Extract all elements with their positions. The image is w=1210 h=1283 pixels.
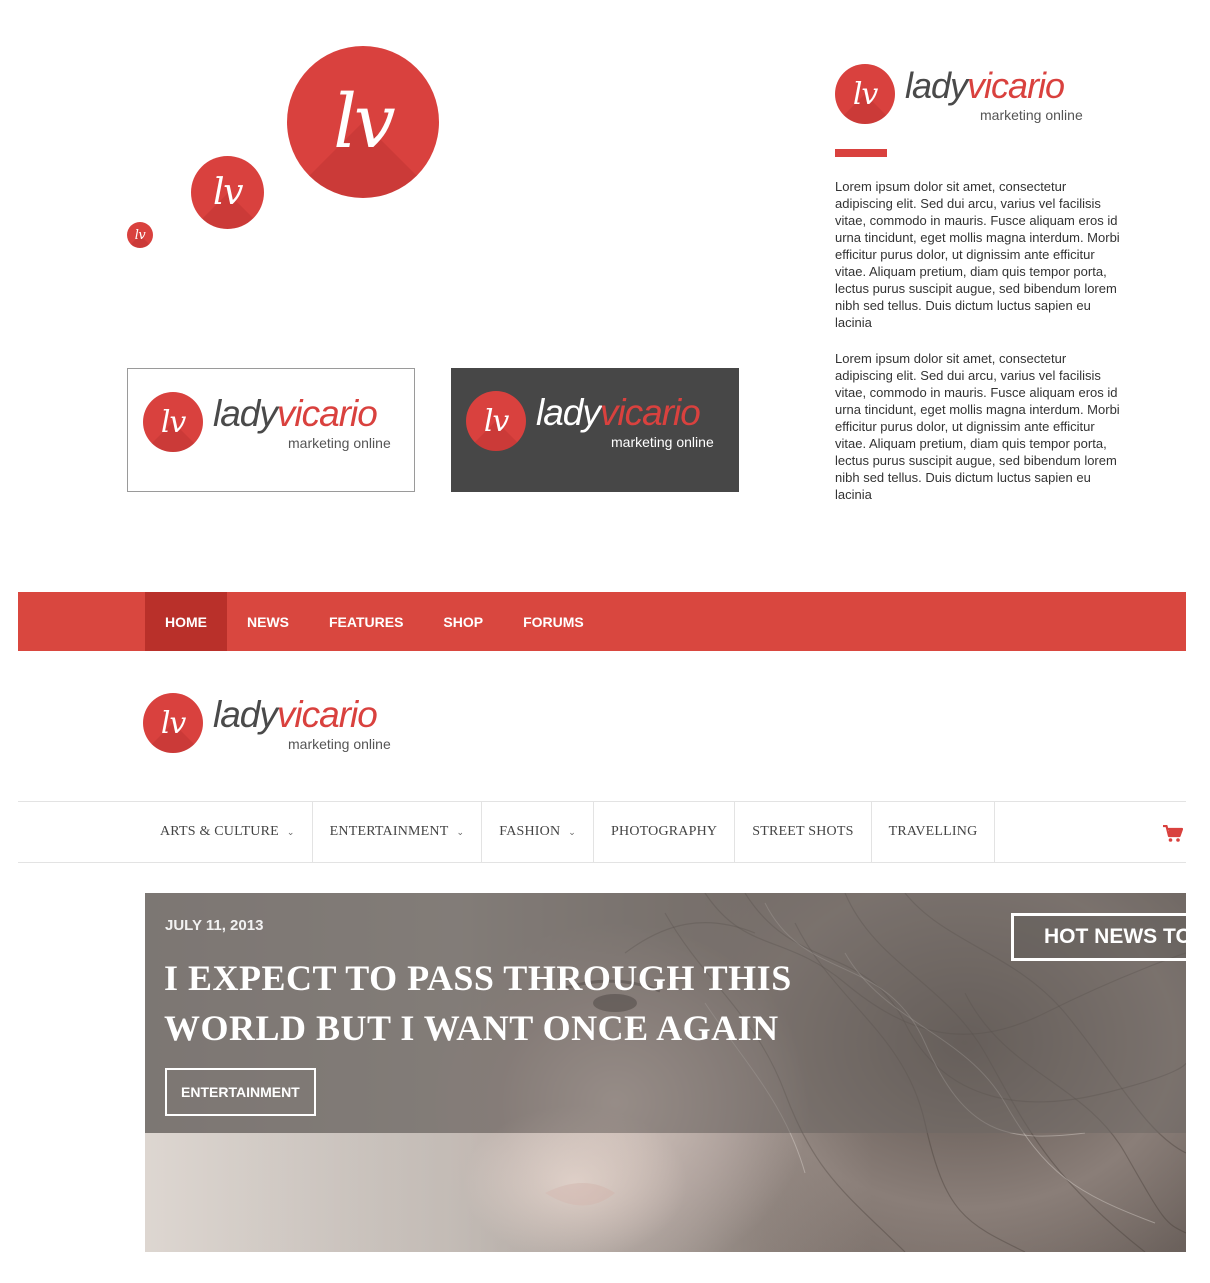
monogram-icon: lv — [333, 79, 396, 165]
nav-item-forums[interactable]: FORUMS — [503, 592, 604, 651]
monogram-icon: lv — [134, 227, 146, 243]
nav-item-home[interactable]: HOME — [145, 592, 227, 651]
site-logo[interactable]: lv ladyvicario marketing online — [143, 693, 403, 755]
category-label: ARTS & CULTURE — [160, 824, 279, 839]
nav-item-shop[interactable]: SHOP — [423, 592, 503, 651]
wordmark-vicario: vicario — [967, 65, 1065, 106]
category-entertainment[interactable]: ENTERTAINMENT ⌄ — [313, 802, 483, 862]
top-nav: HOME NEWS FEATURES SHOP FORUMS — [18, 592, 1186, 651]
accent-bar — [835, 149, 887, 157]
logo-card-dark: lv ladyvicario marketing online — [451, 368, 739, 492]
category-label: TRAVELLING — [888, 824, 978, 839]
description-paragraph: Lorem ipsum dolor sit amet, consectetur … — [835, 351, 1120, 502]
tagline: marketing online — [288, 736, 391, 752]
wordmark-vicario: vicario — [276, 393, 378, 434]
wordmark: ladyvicario — [213, 694, 378, 735]
wordmark-vicario: vicario — [599, 392, 701, 433]
logo-emblem: lv — [835, 64, 895, 124]
post-title-line: I EXPECT TO PASS THROUGH THIS — [164, 958, 792, 998]
category-street-shots[interactable]: STREET SHOTS — [735, 802, 872, 862]
category-travelling[interactable]: TRAVELLING — [872, 802, 996, 862]
tagline: marketing online — [288, 435, 391, 451]
category-nav: ARTS & CULTURE ⌄ ENTERTAINMENT ⌄ FASHION ⌄ … — [18, 801, 1186, 863]
logo-emblem: lv — [466, 391, 526, 451]
logo-emblem: lv — [143, 392, 203, 452]
emblem-large: lv — [287, 46, 439, 198]
tagline: marketing online — [980, 107, 1083, 123]
hero-photo-lower — [145, 1133, 1186, 1252]
chevron-down-icon: ⌄ — [568, 826, 577, 837]
category-label: ENTERTAINMENT — [329, 824, 449, 839]
logo-emblem: lv — [143, 693, 203, 753]
category-arts-culture[interactable]: ARTS & CULTURE ⌄ — [143, 802, 313, 862]
hot-news-badge[interactable]: HOT NEWS TO — [1011, 913, 1186, 961]
wordmark-lady: lady — [905, 65, 968, 106]
shopping-cart-icon[interactable] — [1163, 825, 1183, 843]
emblem-small: lv — [127, 222, 153, 248]
wordmark: ladyvicario — [536, 392, 701, 433]
wordmark-lady: lady — [536, 392, 601, 433]
wordmark-lady: lady — [213, 694, 278, 735]
category-label: STREET SHOTS — [752, 824, 854, 839]
category-label: PHOTOGRAPHY — [611, 824, 718, 839]
wordmark: ladyvicario — [905, 65, 1065, 106]
wordmark-lady: lady — [213, 393, 278, 434]
chevron-down-icon: ⌄ — [286, 826, 295, 837]
tagline: marketing online — [611, 434, 714, 450]
monogram-icon: lv — [852, 76, 878, 112]
category-photography[interactable]: PHOTOGRAPHY — [594, 802, 736, 862]
category-label: FASHION — [499, 824, 561, 839]
category-tag-button[interactable]: ENTERTAINMENT — [165, 1068, 316, 1116]
nav-item-features[interactable]: FEATURES — [309, 592, 423, 651]
nav-item-news[interactable]: NEWS — [227, 592, 309, 651]
logo-lockup-sidebar: lv ladyvicario marketing online — [835, 64, 1095, 126]
post-title-line: WORLD BUT I WANT ONCE AGAIN — [164, 1008, 779, 1048]
logo-lockup: lv ladyvicario marketing online — [466, 391, 726, 453]
logo-lockup: lv ladyvicario marketing online — [143, 392, 403, 454]
category-fashion[interactable]: FASHION ⌄ — [482, 802, 595, 862]
monogram-icon: lv — [160, 705, 186, 741]
emblem-medium: lv — [191, 156, 264, 229]
monogram-icon: lv — [483, 403, 509, 439]
monogram-icon: lv — [160, 404, 186, 440]
hero-feature[interactable]: JULY 11, 2013 I EXPECT TO PASS THROUGH T… — [145, 893, 1186, 1252]
post-date: JULY 11, 2013 — [165, 917, 264, 934]
chevron-down-icon: ⌄ — [456, 826, 465, 837]
wordmark: ladyvicario — [213, 393, 378, 434]
post-title[interactable]: I EXPECT TO PASS THROUGH THIS WORLD BUT … — [164, 953, 814, 1053]
wordmark-vicario: vicario — [276, 694, 378, 735]
description-paragraph: Lorem ipsum dolor sit amet, consectetur … — [835, 179, 1120, 330]
monogram-icon: lv — [213, 172, 243, 213]
logo-card-light: lv ladyvicario marketing online — [127, 368, 415, 492]
